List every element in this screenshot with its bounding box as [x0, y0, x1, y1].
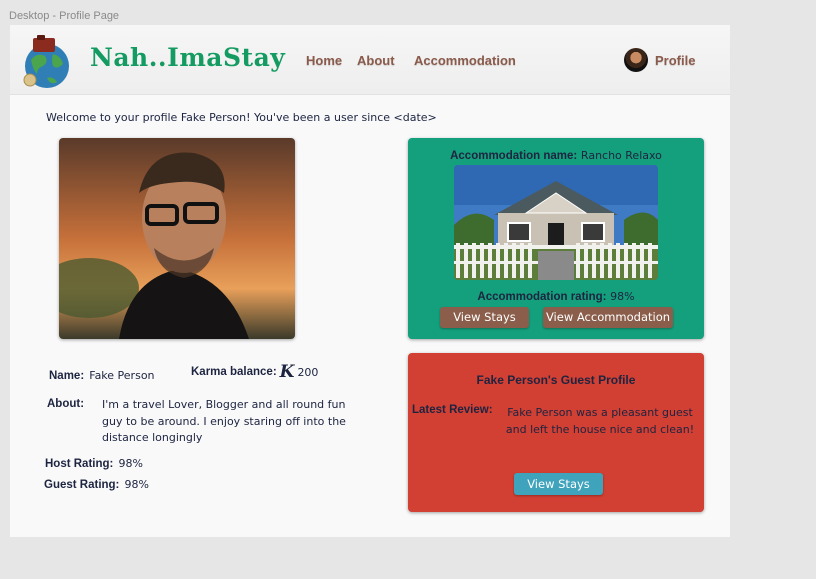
name-label: Name:: [49, 370, 85, 382]
accommodation-name-value: Rancho Relaxo: [580, 149, 662, 162]
latest-review-label: Latest Review:: [412, 404, 493, 416]
name-value: Fake Person: [89, 369, 155, 382]
nav-accommodation[interactable]: Accommodation: [414, 53, 516, 68]
accommodation-card: Accommodation name: Rancho Relaxo Accomm…: [408, 138, 704, 339]
guest-view-stays-button[interactable]: View Stays: [514, 473, 603, 495]
globe-logo-icon[interactable]: [21, 34, 73, 90]
nav-profile[interactable]: Profile: [655, 53, 695, 68]
guest-rating-label: Guest Rating:: [44, 479, 120, 491]
name-row: Name: Fake Person: [49, 364, 155, 383]
accommodation-name-row: Accommodation name: Rancho Relaxo: [408, 148, 704, 162]
guest-rating-row: Guest Rating: 98%: [44, 473, 149, 492]
avatar[interactable]: [624, 48, 648, 72]
accommodation-rating-row: Accommodation rating: 98%: [408, 289, 704, 303]
nav-about[interactable]: About: [357, 53, 395, 68]
accommodation-rating-value: 98%: [610, 290, 635, 303]
profile-page: Nah..ImaStay Home About Accommodation Pr…: [10, 25, 730, 537]
about-text: I'm a travel Lover, Blogger and all roun…: [102, 398, 346, 444]
about-label: About:: [47, 398, 85, 410]
guest-profile-title: Fake Person's Guest Profile: [476, 373, 636, 387]
frame-label: Desktop - Profile Page: [9, 10, 120, 22]
accommodation-name-label: Accommodation name:: [450, 150, 578, 162]
nav-home[interactable]: Home: [306, 53, 342, 68]
host-rating-label: Host Rating:: [45, 458, 114, 470]
view-stays-button[interactable]: View Stays: [440, 307, 529, 328]
view-accommodation-button[interactable]: View Accommodation: [543, 307, 673, 328]
welcome-message: Welcome to your profile Fake Person! You…: [46, 111, 437, 124]
header: Nah..ImaStay Home About Accommodation Pr…: [10, 25, 730, 95]
accommodation-rating-label: Accommodation rating:: [477, 291, 607, 303]
guest-rating-value: 98%: [124, 478, 149, 491]
profile-photo: [59, 138, 295, 339]
karma-value: 200: [297, 365, 319, 379]
karma-icon: K: [279, 362, 295, 382]
host-rating-row: Host Rating: 98%: [45, 452, 143, 471]
karma-row: Karma balance: K 200: [191, 362, 318, 382]
guest-profile-card: Fake Person's Guest Profile Latest Revie…: [408, 353, 704, 512]
brand-title[interactable]: Nah..ImaStay: [90, 43, 285, 72]
accommodation-photo[interactable]: [454, 165, 658, 280]
latest-review-text: Fake Person was a pleasant guest and lef…: [505, 406, 695, 436]
karma-label: Karma balance:: [191, 366, 277, 378]
host-rating-value: 98%: [118, 457, 143, 470]
